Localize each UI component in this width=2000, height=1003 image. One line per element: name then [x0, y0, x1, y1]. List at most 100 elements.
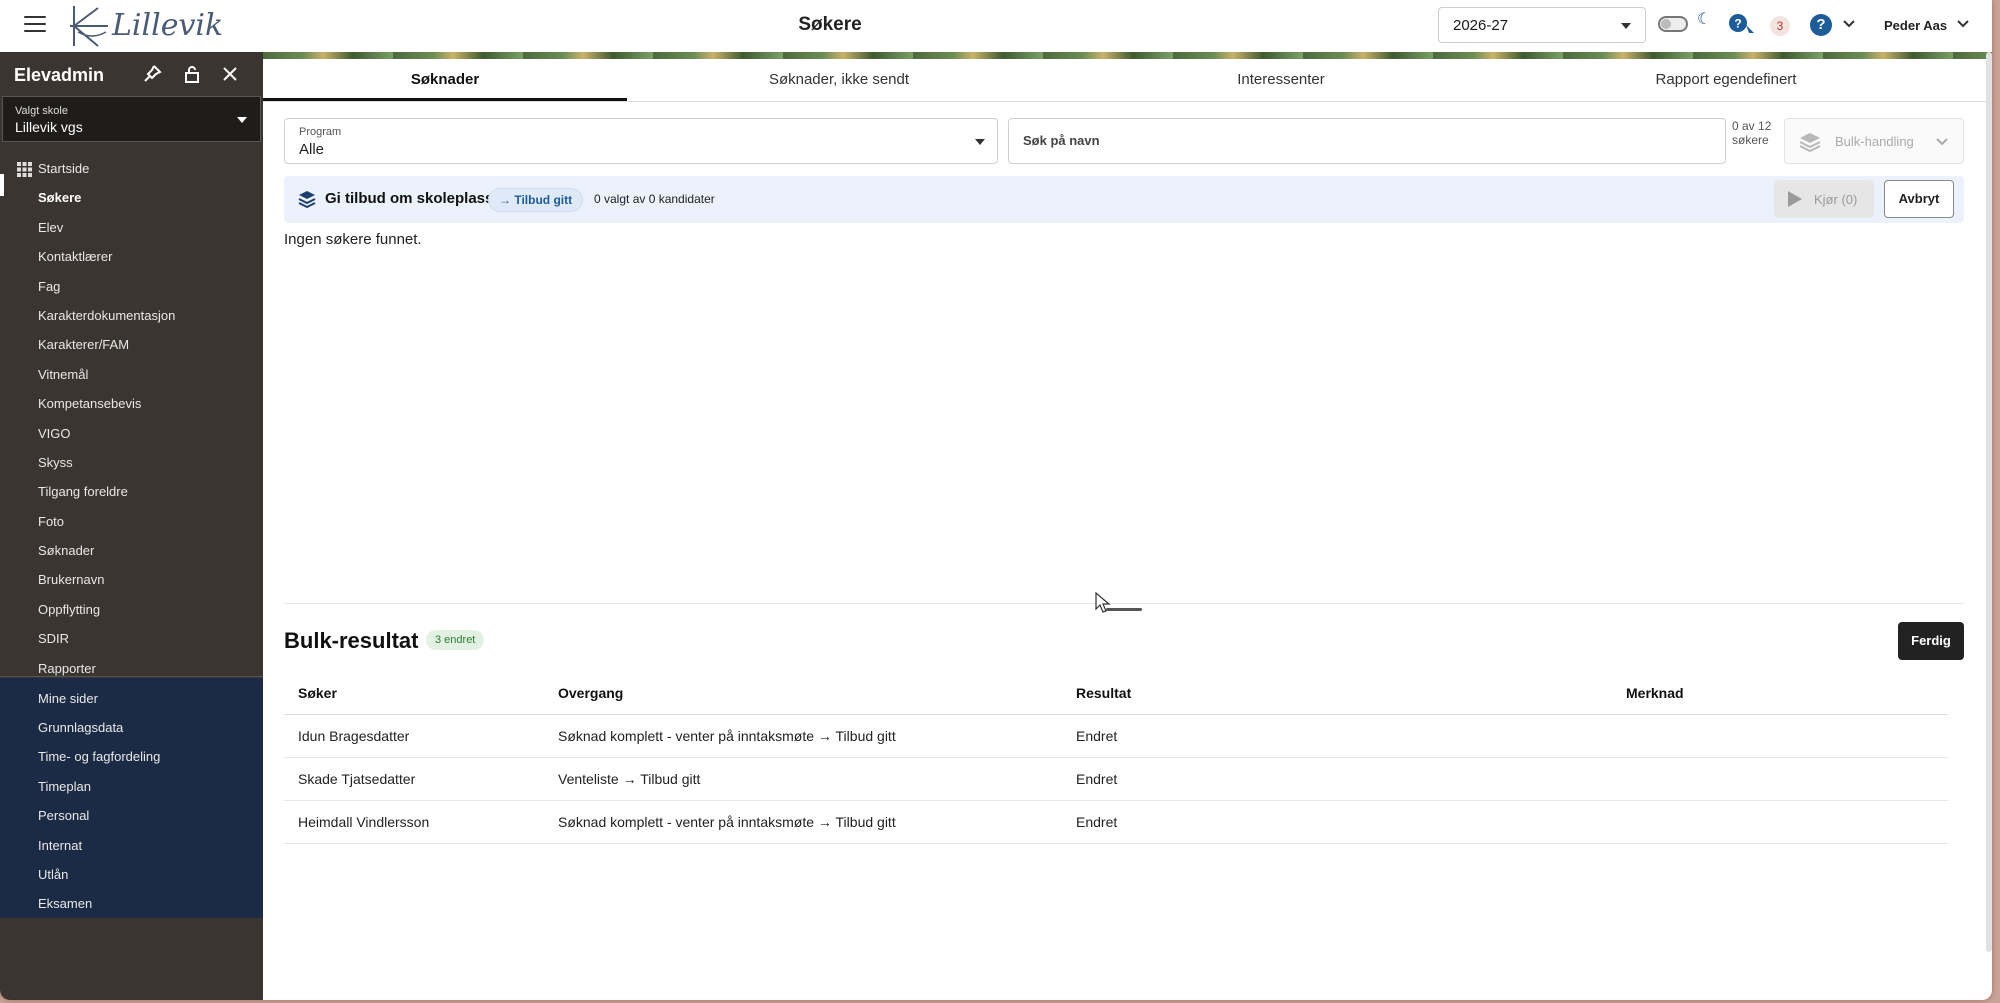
- moon-icon: ☾: [1697, 11, 1712, 28]
- sidebar-item-label: Karakterdokumentasjon: [38, 308, 176, 323]
- year-select-value: 2026-27: [1453, 17, 1509, 34]
- app-window: Lillevik Søkere 2026-27 ☾ ? 3 ? Peder Aa…: [0, 0, 1992, 1000]
- sidebar-item-label: Utlån: [38, 867, 69, 882]
- sidebar-item-soknader[interactable]: Søknader: [0, 536, 263, 565]
- sidebar-item-label: VIGO: [38, 426, 71, 441]
- sidebar-item-label: Fag: [38, 279, 61, 294]
- sidebar-item-oppflytting[interactable]: Oppflytting: [0, 595, 263, 624]
- bulk-result-table: Søker Overgang Resultat Merknad Idun Bra…: [284, 672, 1948, 844]
- banner-strip: [263, 52, 1992, 59]
- cell-overgang: Søknad komplett - venter på inntaksmøte …: [544, 714, 1062, 758]
- bulk-action-label: Bulk-handling: [1835, 134, 1914, 149]
- table-header-row: Søker Overgang Resultat Merknad: [284, 672, 1948, 715]
- run-button-label: Kjør (0): [1814, 192, 1858, 207]
- sidebar-item-startside[interactable]: Startside: [0, 154, 263, 183]
- column-header-soker[interactable]: Søker: [284, 672, 544, 715]
- sidebar-item-eksamen[interactable]: Eksamen: [0, 889, 263, 918]
- table-row: Idun Bragesdatter Søknad komplett - vent…: [284, 714, 1948, 758]
- close-icon[interactable]: [220, 64, 240, 84]
- sidebar-item-internat[interactable]: Internat: [0, 831, 263, 860]
- sidebar-item-personal[interactable]: Personal: [0, 801, 263, 830]
- sidebar-item-elev[interactable]: Elev: [0, 213, 263, 242]
- sidebar-item-sdir[interactable]: SDIR: [0, 624, 263, 653]
- sidebar-item-karakterdokumentasjon[interactable]: Karakterdokumentasjon: [0, 301, 263, 330]
- sidebar-item-timeplan[interactable]: Timeplan: [0, 772, 263, 801]
- sidebar-item-label: Oppflytting: [38, 602, 101, 617]
- cell-soker: Idun Bragesdatter: [284, 714, 544, 758]
- sidebar: Elevadmin Valgt skole Lillevik vgs Start…: [0, 52, 263, 1000]
- cell-overgang: Søknad komplett - venter på inntaksmøte …: [544, 800, 1062, 844]
- sidebar-item-label: Skyss: [38, 455, 73, 470]
- sidebar-item-brukernavn[interactable]: Brukernavn: [0, 565, 263, 594]
- sidebar-item-label: Karakterer/FAM: [38, 337, 130, 352]
- top-bar: Lillevik Søkere 2026-27 ☾ ? 3 ? Peder Aa…: [0, 0, 1992, 53]
- section-divider: [284, 603, 1964, 604]
- sidebar-header: Elevadmin: [0, 52, 263, 94]
- sidebar-item-kontaktlaerer[interactable]: Kontaktlærer: [0, 242, 263, 271]
- cell-soker: Heimdall Vindlersson: [284, 800, 544, 844]
- offer-title: Gi tilbud om skoleplass: [325, 190, 494, 207]
- sidebar-item-label: Personal: [38, 808, 90, 823]
- changed-count-badge: 3 endret: [426, 630, 485, 650]
- school-select[interactable]: Valgt skole Lillevik vgs: [2, 96, 261, 142]
- sidebar-item-tilgang-foreldre[interactable]: Tilgang foreldre: [0, 477, 263, 506]
- mouse-cursor-icon: [1095, 592, 1111, 613]
- column-header-overgang[interactable]: Overgang: [544, 672, 1062, 715]
- run-button[interactable]: Kjør (0): [1774, 180, 1874, 218]
- sidebar-item-skyss[interactable]: Skyss: [0, 448, 263, 477]
- notification-badge[interactable]: 3: [1770, 16, 1790, 36]
- sidebar-item-kompetansebevis[interactable]: Kompetansebevis: [0, 389, 263, 418]
- tab-interessenter[interactable]: Interessenter: [1051, 59, 1511, 101]
- scrollbar[interactable]: [1986, 52, 1992, 952]
- caret-down-icon: [237, 117, 247, 123]
- column-header-resultat[interactable]: Resultat: [1062, 672, 1612, 715]
- user-name[interactable]: Peder Aas: [1884, 18, 1947, 33]
- sidebar-item-label: Kompetansebevis: [38, 396, 142, 411]
- cancel-button[interactable]: Avbryt: [1884, 180, 1954, 218]
- pin-icon[interactable]: [142, 64, 162, 84]
- search-input[interactable]: Søk på navn: [1008, 118, 1726, 164]
- chevron-down-icon[interactable]: [1842, 17, 1856, 31]
- year-select[interactable]: 2026-27: [1438, 7, 1646, 43]
- resize-handle[interactable]: [1106, 608, 1142, 611]
- sidebar-item-label: SDIR: [38, 631, 70, 646]
- help-chat-icon[interactable]: ?: [1728, 13, 1756, 37]
- tab-soknader[interactable]: Søknader: [263, 59, 627, 101]
- tab-soknader-ikke-sendt[interactable]: Søknader, ikke sendt: [627, 59, 1051, 101]
- cell-resultat: Endret: [1062, 714, 1612, 758]
- sidebar-item-fag[interactable]: Fag: [0, 272, 263, 301]
- sidebar-item-grunnlagsdata[interactable]: Grunnlagsdata: [0, 713, 263, 742]
- play-icon: [1788, 191, 1802, 207]
- cell-merknad: [1612, 714, 1948, 758]
- grid-icon: [17, 162, 32, 177]
- sidebar-item-vigo[interactable]: VIGO: [0, 419, 263, 448]
- sidebar-item-label: Søkere: [38, 190, 82, 205]
- tab-bar: Søknader Søknader, ikke sendt Interessen…: [263, 59, 1992, 102]
- column-header-merknad[interactable]: Merknad: [1612, 672, 1948, 715]
- dark-mode-toggle[interactable]: [1658, 16, 1688, 32]
- chevron-down-icon: [1936, 138, 1948, 146]
- program-select[interactable]: Program Alle: [284, 118, 998, 164]
- sidebar-item-sokere[interactable]: Søkere: [0, 183, 263, 212]
- sidebar-item-vitnemal[interactable]: Vitnemål: [0, 360, 263, 389]
- sidebar-item-mine-sider[interactable]: Mine sider: [0, 684, 263, 713]
- sidebar-item-utlan[interactable]: Utlån: [0, 860, 263, 889]
- cell-resultat: Endret: [1062, 800, 1612, 844]
- sidebar-item-label: Rapporter: [38, 661, 96, 676]
- bulk-action-button[interactable]: Bulk-handling: [1784, 118, 1964, 164]
- help-icon[interactable]: ?: [1810, 14, 1832, 36]
- page-title: Søkere: [798, 14, 862, 35]
- lock-icon[interactable]: [182, 64, 202, 84]
- done-button[interactable]: Ferdig: [1898, 622, 1964, 660]
- sidebar-item-label: Timeplan: [38, 779, 91, 794]
- svg-text:?: ?: [1734, 17, 1741, 31]
- sidebar-item-label: Kontaktlærer: [38, 249, 113, 264]
- user-menu-chevron-icon[interactable]: [1956, 17, 1970, 31]
- sidebar-item-karakterer-fam[interactable]: Karakterer/FAM: [0, 330, 263, 359]
- layers-icon: [298, 191, 316, 208]
- selected-count: 0 valgt av 0 kandidater: [594, 192, 715, 206]
- sidebar-item-time-og-fagfordeling[interactable]: Time- og fagfordeling: [0, 742, 263, 771]
- sidebar-item-foto[interactable]: Foto: [0, 507, 263, 536]
- cell-soker: Skade Tjatsedatter: [284, 757, 544, 801]
- tab-rapport-egendefinert[interactable]: Rapport egendefinert: [1511, 59, 1941, 101]
